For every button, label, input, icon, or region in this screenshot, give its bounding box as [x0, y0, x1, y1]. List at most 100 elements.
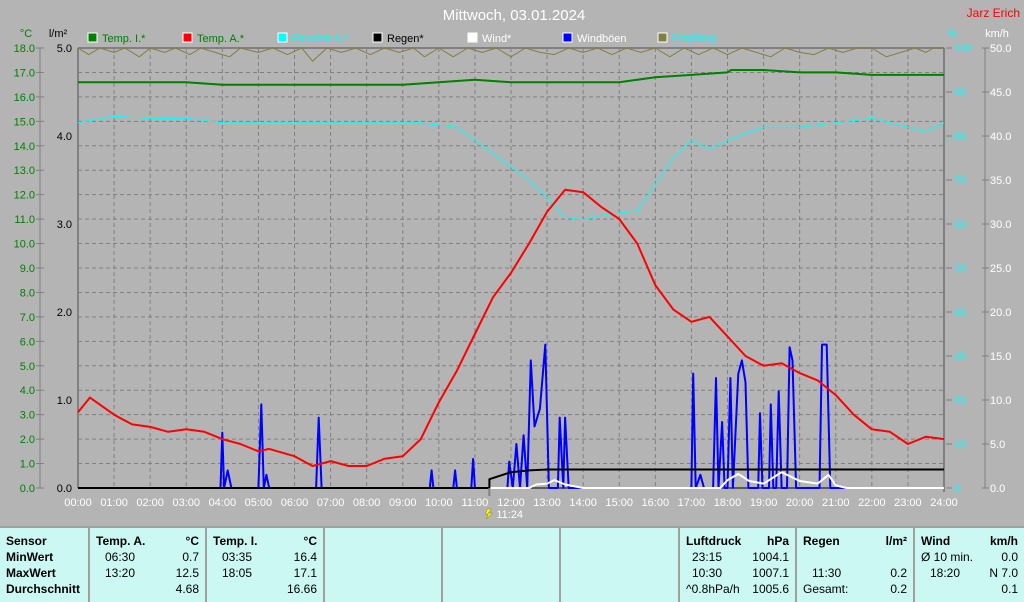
x-axis-tick-label: 03:00 [172, 497, 200, 509]
humidity-axis-unit: % [947, 28, 957, 40]
temp-axis-tick-label: 8.0 [20, 287, 35, 299]
temp-axis-tick-label: 15.0 [14, 116, 35, 128]
cell: 1004.1 [752, 550, 789, 564]
legend-label: Temp. A.* [197, 33, 245, 45]
humidity-axis-tick-label: 80 [954, 131, 966, 143]
legend-swatch [562, 32, 573, 43]
rain-axis-tick-label: 0.0 [57, 483, 72, 495]
header-rain: Regen [803, 534, 840, 548]
legend-label: Temp. I.* [102, 33, 146, 45]
x-axis-tick-label: 01:00 [100, 497, 128, 509]
header-pressure: Luftdruck [686, 534, 742, 548]
legend-label: Feuchte A.* [292, 33, 350, 45]
cell: 0.2 [890, 566, 907, 580]
cell: 13:20 [105, 566, 136, 580]
temp-axis-tick-label: 14.0 [14, 141, 35, 153]
wind-axis-tick-label: 5.0 [990, 439, 1005, 451]
humidity-axis-tick-label: 50 [954, 263, 966, 275]
temp-axis-tick-label: 12.0 [14, 190, 35, 202]
humidity-axis-tick-label: 90 [954, 87, 966, 99]
row-label-max: MaxWert [6, 566, 56, 580]
marker-label: 11:24 [496, 509, 523, 521]
row-label-min: MinWert [6, 550, 54, 564]
cell: 1007.1 [752, 566, 789, 580]
x-axis-tick-label: 15:00 [605, 497, 633, 509]
x-axis-tick-label: 08:00 [353, 497, 381, 509]
header-temp-i: Temp. I. [213, 534, 258, 548]
temp-axis-tick-label: 6.0 [20, 336, 35, 348]
cell: 18:05 [222, 566, 253, 580]
temp-axis-tick-label: 0.0 [20, 483, 35, 495]
author-label: Jarz Erich [967, 6, 1020, 20]
wind-axis-unit: km/h [985, 28, 1009, 40]
cell: 1005.6 [752, 582, 789, 596]
x-axis-tick-label: 06:00 [281, 497, 309, 509]
legend-label: Windböen [577, 33, 627, 45]
temp-axis-tick-label: 10.0 [14, 239, 35, 251]
x-axis-tick-label: 17:00 [678, 497, 706, 509]
col-temp-a: Temp. A. °C 06:30 0.7 13:20 12.5 4.68 [88, 528, 205, 602]
wind-axis-tick-label: 45.0 [990, 87, 1011, 99]
rain-axis-tick-label: 5.0 [57, 43, 72, 55]
rain-axis-tick-label: 3.0 [57, 219, 72, 231]
rain-axis-unit: l/m² [49, 28, 68, 40]
rain-axis-tick-label: 1.0 [57, 395, 72, 407]
humidity-axis-tick-label: 100 [954, 43, 972, 55]
cell: 03:35 [222, 550, 253, 564]
col-empty-2 [441, 528, 559, 602]
cell: 18:20 [930, 566, 961, 580]
cell: 4.68 [175, 582, 199, 596]
humidity-axis-tick-label: 30 [954, 351, 966, 363]
temp-axis-tick-label: 17.0 [14, 67, 35, 79]
wind-axis-tick-label: 20.0 [990, 307, 1011, 319]
statistics-table: Sensor MinWert MaxWert Durchschnitt Temp… [0, 526, 1024, 602]
wind-axis-tick-label: 10.0 [990, 395, 1011, 407]
cell: 12.5 [175, 566, 199, 580]
unit-pressure: hPa [766, 534, 789, 548]
cell: 17.1 [293, 566, 317, 580]
x-axis-tick-label: 11:00 [462, 497, 489, 509]
wind-axis-tick-label: 40.0 [990, 131, 1011, 143]
cell: 0.2 [890, 582, 907, 596]
lightning-icon [484, 508, 493, 520]
x-axis-tick-label: 24:00 [930, 497, 958, 509]
humidity-axis-tick-label: 10 [954, 439, 966, 451]
cell: 11:30 [812, 566, 842, 580]
col-temp-i: Temp. I. °C 03:35 16.4 18:05 17.1 16.66 [205, 528, 323, 602]
legend-label: Wind* [482, 33, 512, 45]
legend-label: Regen* [387, 33, 424, 45]
x-axis-tick-label: 05:00 [245, 497, 273, 509]
weather-chart: Mittwoch, 03.01.2024 Jarz Erich Temp. I.* T… [14, 6, 1020, 521]
humidity-axis-tick-label: 40 [954, 307, 966, 319]
col-empty-3 [559, 528, 678, 602]
temp-axis-tick-label: 18.0 [14, 43, 35, 55]
cell: 06:30 [105, 550, 136, 564]
x-axis-tick-label: 00:00 [64, 497, 92, 509]
x-axis-tick-label: 22:00 [858, 497, 886, 509]
wind-axis-tick-label: 35.0 [990, 175, 1011, 187]
legend-swatch [277, 32, 288, 43]
header-temp-a: Temp. A. [96, 534, 146, 548]
x-axis-tick-label: 12:00 [497, 497, 525, 509]
humidity-axis-tick-label: 70 [954, 175, 966, 187]
x-axis-tick-label: 19:00 [750, 497, 778, 509]
header-wind: Wind [921, 534, 951, 548]
row-label-avg: Durchschnitt [6, 582, 81, 596]
cell: Ø 10 min. [921, 550, 974, 564]
x-axis-tick-label: 20:00 [786, 497, 814, 509]
wind-axis-tick-label: 0.0 [990, 483, 1005, 495]
header-sensor: Sensor [6, 534, 47, 548]
humidity-axis-tick-label: 0 [954, 483, 960, 495]
col-sensor: Sensor MinWert MaxWert Durchschnitt [0, 528, 88, 602]
temp-axis-tick-label: 4.0 [20, 385, 35, 397]
x-axis-tick-label: 18:00 [714, 497, 742, 509]
wind-axis-tick-label: 25.0 [990, 263, 1011, 275]
chart-title: Mittwoch, 03.01.2024 [443, 7, 586, 24]
legend-swatch [372, 32, 383, 43]
cell: 0.1 [1001, 582, 1018, 596]
x-axis-tick-label: 16:00 [642, 497, 670, 509]
legend-swatch [657, 32, 668, 43]
x-axis-tick-label: 09:00 [389, 497, 417, 509]
rain-axis-tick-label: 4.0 [57, 131, 72, 143]
cell: 16.66 [286, 582, 317, 596]
